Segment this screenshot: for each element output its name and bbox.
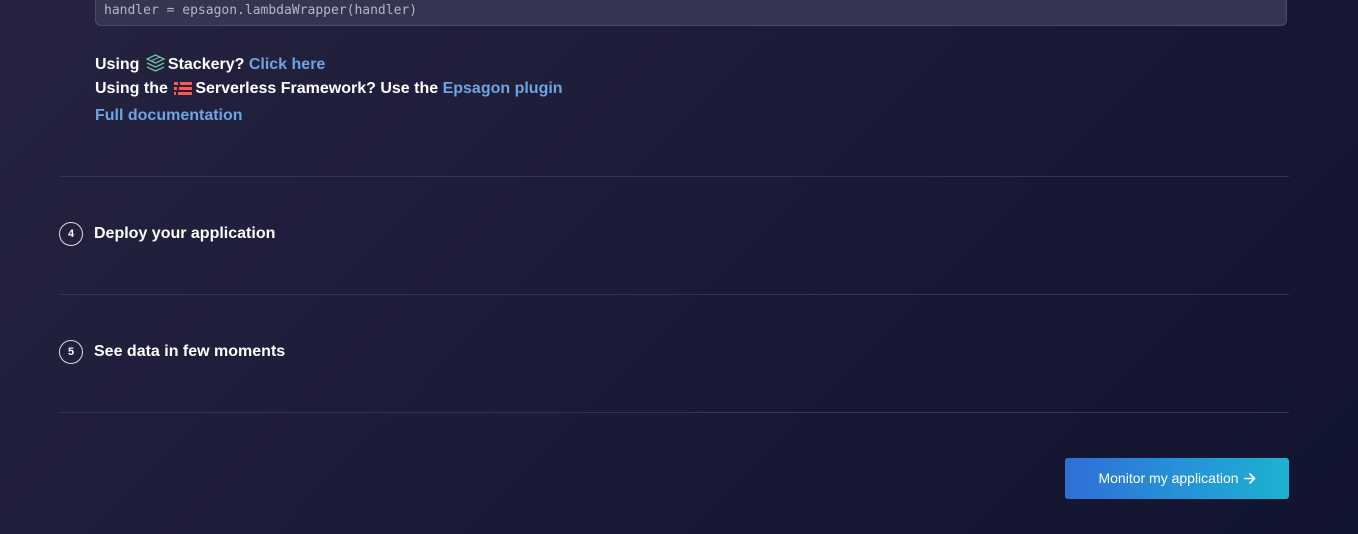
epsagon-plugin-link[interactable]: Epsagon plugin — [443, 80, 563, 97]
monitor-my-application-button[interactable]: Monitor my application — [1065, 458, 1289, 499]
stackery-prefix: Using — [95, 56, 144, 73]
code-snippet-box[interactable]: handler = epsagon.lambdaWrapper(handler) — [95, 0, 1287, 26]
step-number-badge: 4 — [59, 222, 83, 246]
divider — [59, 176, 1289, 177]
full-documentation-link[interactable]: Full documentation — [95, 107, 243, 124]
step-title-deploy: Deploy your application — [94, 225, 276, 242]
stackery-line: Using Stackery? Click here — [95, 54, 325, 78]
divider — [59, 412, 1289, 413]
arrow-right-icon — [1243, 458, 1256, 499]
serverless-name: Serverless Framework? Use the — [195, 80, 443, 97]
step-title-see-data: See data in few moments — [94, 343, 286, 360]
code-snippet-text: handler = epsagon.lambdaWrapper(handler) — [104, 3, 418, 18]
stackery-logo-icon — [145, 54, 166, 78]
monitor-button-label: Monitor my application — [1098, 470, 1239, 486]
divider — [59, 294, 1289, 295]
stackery-name: Stackery? — [167, 56, 249, 73]
serverless-prefix: Using the — [95, 80, 173, 97]
serverless-line: Using the Serverless Framework? Use the … — [95, 79, 563, 102]
docs-line: Full documentation — [95, 106, 243, 126]
serverless-logo-icon — [174, 81, 193, 102]
step-number-badge: 5 — [59, 340, 83, 364]
stackery-click-here-link[interactable]: Click here — [249, 56, 325, 73]
